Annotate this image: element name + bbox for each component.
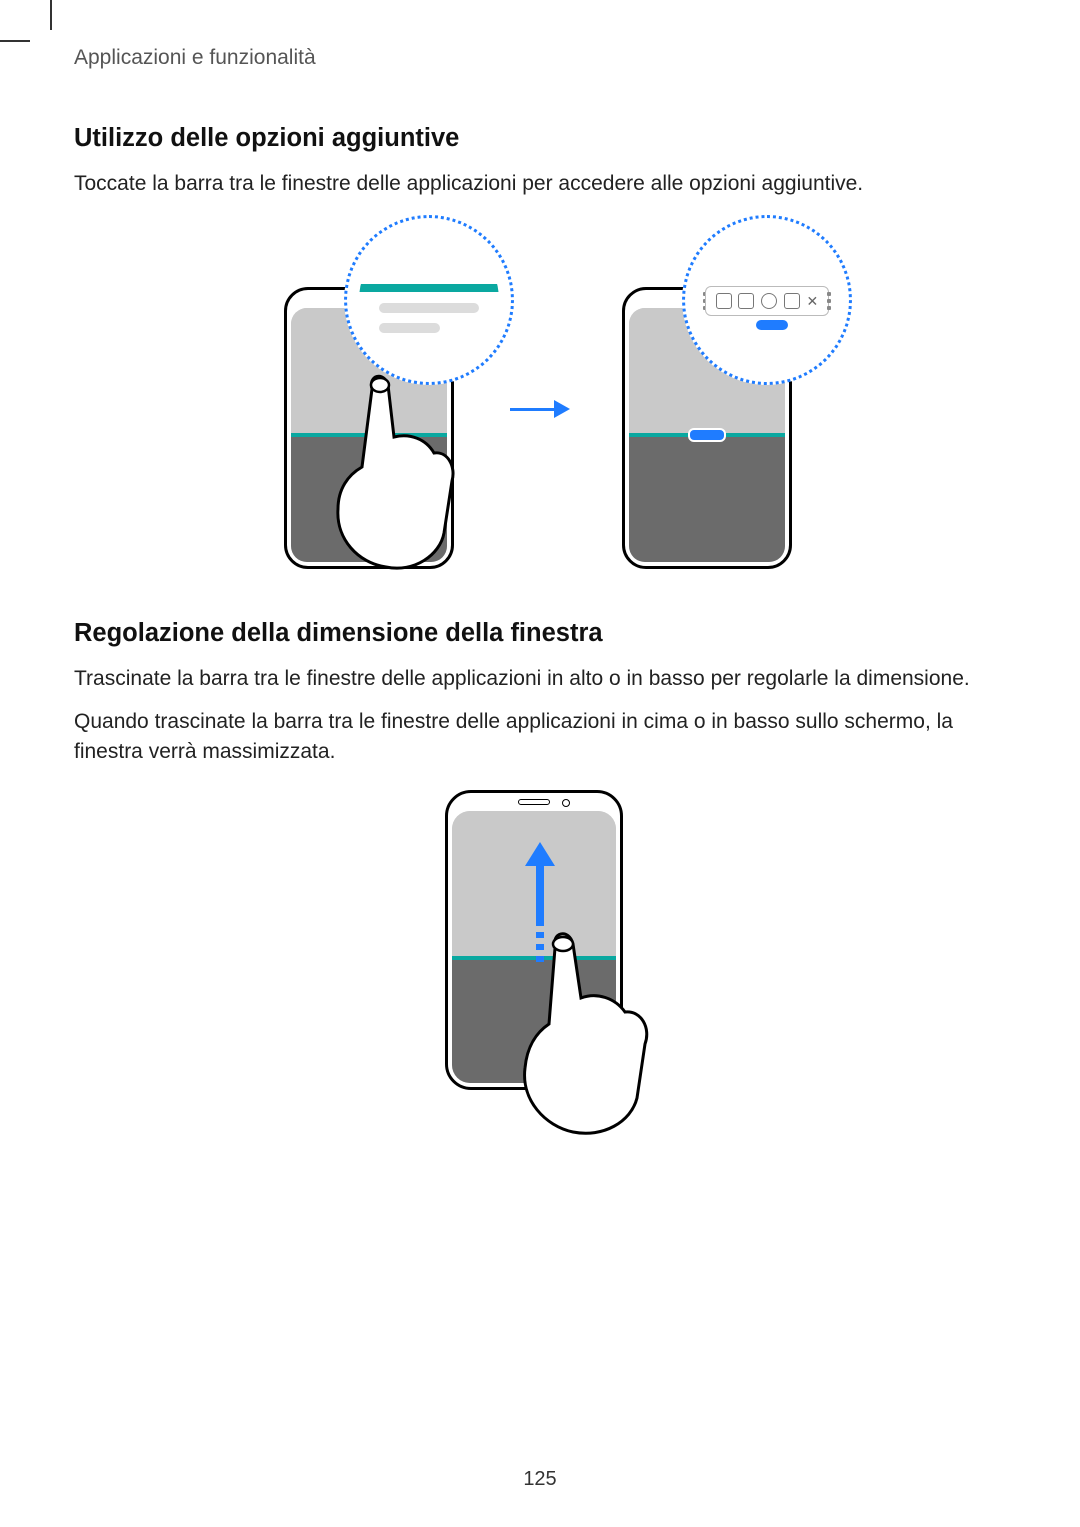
section2-body1: Trascinate la barra tra le finestre dell… bbox=[74, 664, 1006, 694]
crop-mark-vertical bbox=[50, 0, 52, 30]
toolbar-swap-icon bbox=[761, 293, 777, 309]
figure-drag-resize bbox=[74, 790, 1006, 1120]
section2-body2: Quando trascinate la barra tra le finest… bbox=[74, 707, 1006, 768]
split-toolbar-icon: ✕ bbox=[705, 286, 828, 316]
illustration-phone-after: ✕ bbox=[610, 225, 808, 563]
divider-handle-icon bbox=[688, 428, 726, 442]
toolbar-window-icon bbox=[738, 293, 754, 309]
figure-tap-divider: ✕ bbox=[74, 225, 1006, 563]
page-content: Applicazioni e funzionalità Utilizzo del… bbox=[0, 0, 1080, 1120]
running-head: Applicazioni e funzionalità bbox=[74, 46, 1006, 70]
section1-title: Utilizzo delle opzioni aggiuntive bbox=[74, 124, 1006, 153]
page-number: 125 bbox=[0, 1468, 1080, 1491]
illustration-phone-before bbox=[272, 225, 470, 563]
toolbar-pip-icon bbox=[784, 293, 800, 309]
arrow-up-icon bbox=[527, 842, 553, 960]
toolbar-close-icon: ✕ bbox=[806, 293, 818, 310]
split-divider-icon bbox=[291, 433, 447, 437]
toolbar-home-icon bbox=[716, 293, 732, 309]
magnifier-divider-icon bbox=[344, 215, 514, 385]
arrow-right-icon bbox=[510, 394, 570, 424]
illustration-phone-drag bbox=[445, 790, 635, 1120]
crop-mark-horizontal bbox=[0, 40, 30, 42]
section2-title: Regolazione della dimensione della fines… bbox=[74, 619, 1006, 648]
section1-body: Toccate la barra tra le finestre delle a… bbox=[74, 169, 1006, 199]
magnifier-toolbar-icon: ✕ bbox=[682, 215, 852, 385]
